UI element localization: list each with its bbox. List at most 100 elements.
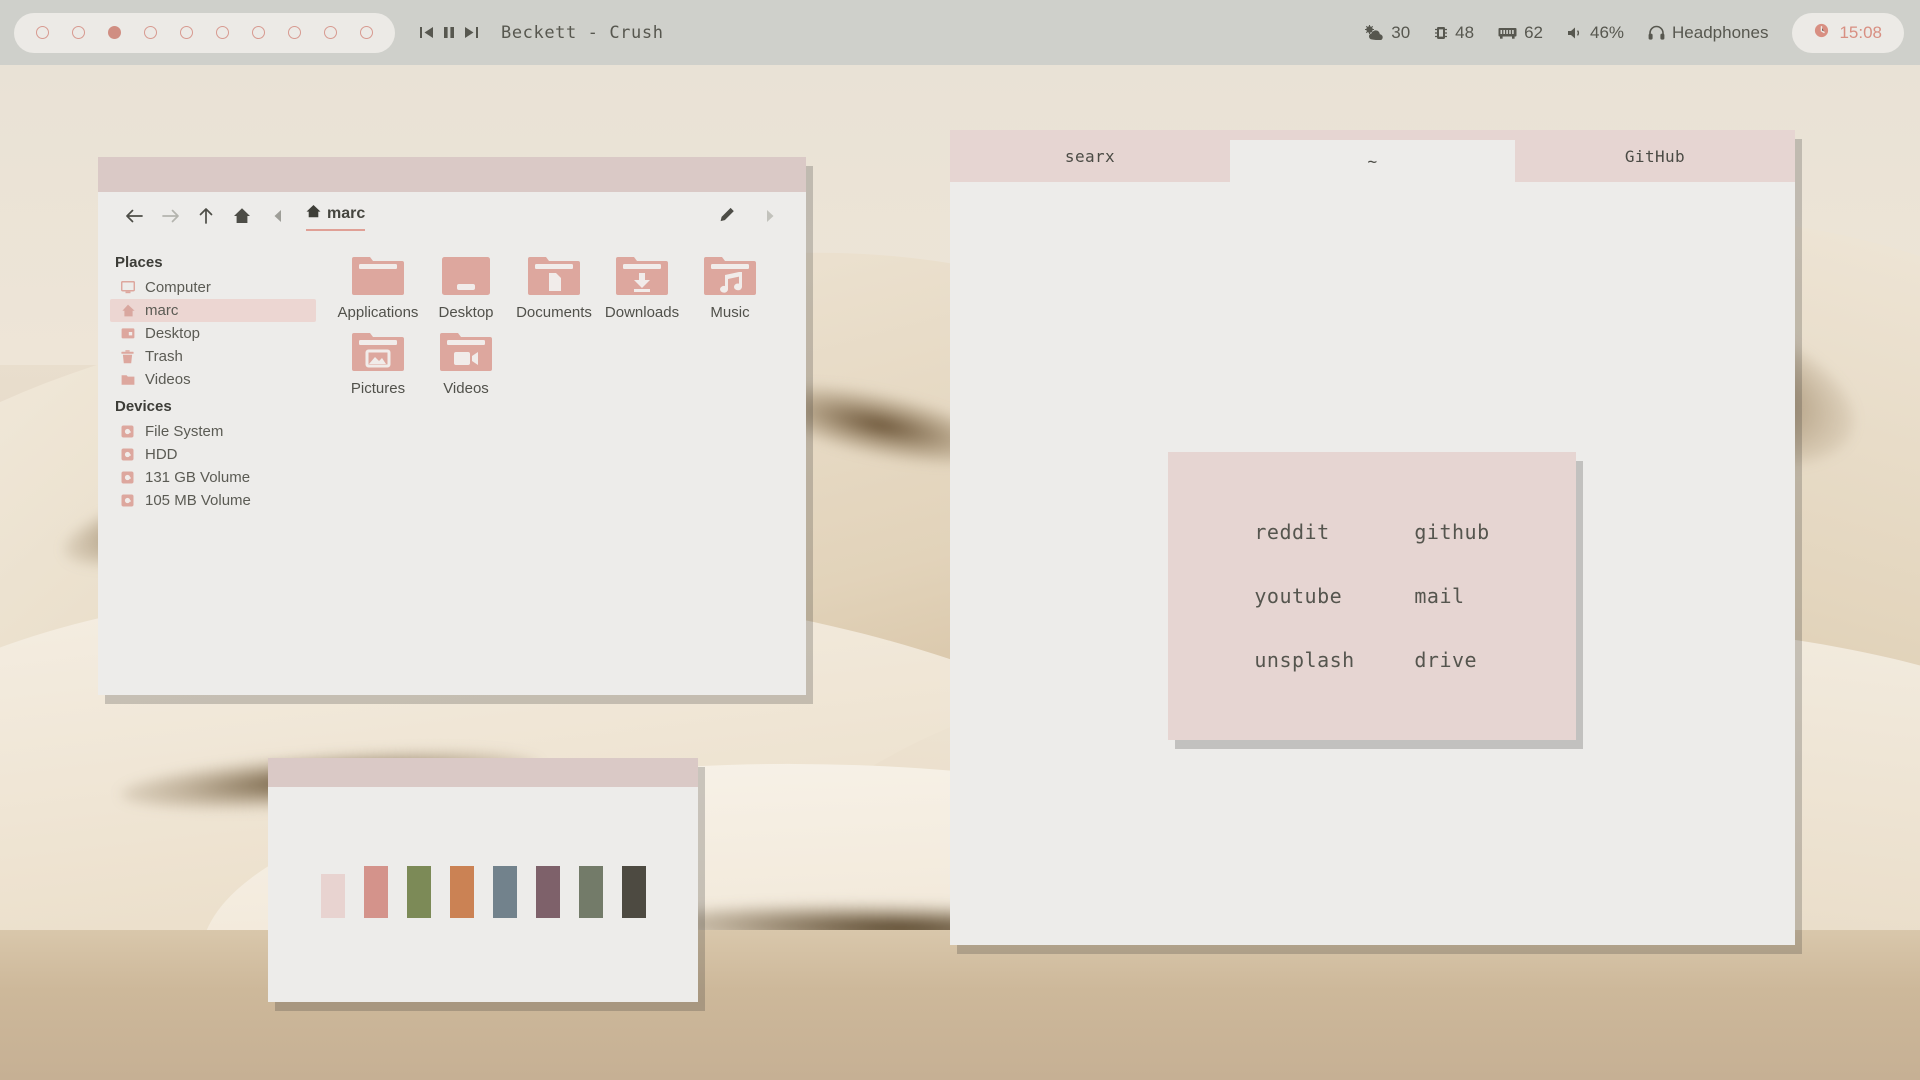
startpage-link-grid: reddit github youtube mail unsplash driv… bbox=[1254, 520, 1489, 672]
file-item-music[interactable]: Music bbox=[686, 251, 774, 321]
color-swatch[interactable] bbox=[364, 866, 388, 918]
file-item-documents[interactable]: Documents bbox=[510, 251, 598, 321]
system-status-group: 30 48 bbox=[1364, 23, 1792, 43]
color-palette-titlebar[interactable] bbox=[268, 758, 698, 787]
file-manager-window[interactable]: marc Places Computer bbox=[98, 157, 806, 695]
desktop-folder-icon bbox=[438, 251, 494, 299]
color-swatch[interactable] bbox=[536, 866, 560, 918]
workspace-dot[interactable] bbox=[36, 26, 49, 39]
file-label: Videos bbox=[443, 380, 489, 397]
file-manager-titlebar[interactable] bbox=[98, 157, 806, 192]
link-youtube[interactable]: youtube bbox=[1254, 584, 1414, 608]
workspace-dot[interactable] bbox=[288, 26, 301, 39]
link-mail[interactable]: mail bbox=[1414, 584, 1489, 608]
music-folder-icon bbox=[702, 251, 758, 299]
weather-value: 30 bbox=[1391, 23, 1410, 43]
arrow-left-icon[interactable] bbox=[116, 198, 152, 234]
volume-status[interactable]: 46% bbox=[1567, 23, 1624, 43]
file-item-applications[interactable]: Applications bbox=[334, 251, 422, 321]
file-manager-main: Places Computer marc bbox=[98, 239, 806, 695]
sidebar-item-marc[interactable]: marc bbox=[110, 299, 316, 322]
volume-icon bbox=[1567, 26, 1583, 40]
breadcrumb[interactable]: marc bbox=[306, 201, 365, 231]
sidebar-item-label: marc bbox=[145, 302, 178, 319]
link-drive[interactable]: drive bbox=[1414, 648, 1489, 672]
tab-home[interactable]: ~ bbox=[1230, 140, 1515, 182]
sidebar-item-desktop[interactable]: Desktop bbox=[110, 322, 316, 345]
browser-window[interactable]: searx ~ GitHub reddit github youtube mai… bbox=[950, 130, 1795, 945]
color-swatch[interactable] bbox=[579, 866, 603, 918]
color-swatch-row bbox=[268, 787, 698, 1002]
sidebar-item-file-system[interactable]: File System bbox=[110, 420, 316, 443]
clock-widget[interactable]: 15:08 bbox=[1792, 13, 1904, 53]
file-label: Pictures bbox=[351, 380, 405, 397]
skip-next-icon[interactable] bbox=[464, 26, 479, 39]
link-github[interactable]: github bbox=[1414, 520, 1489, 544]
file-item-videos[interactable]: Videos bbox=[422, 327, 510, 397]
file-item-downloads[interactable]: Downloads bbox=[598, 251, 686, 321]
sidebar-item-trash[interactable]: Trash bbox=[110, 345, 316, 368]
documents-folder-icon bbox=[526, 251, 582, 299]
pause-icon[interactable] bbox=[443, 26, 455, 39]
file-label: Music bbox=[710, 304, 749, 321]
sidebar-item-label: Computer bbox=[145, 279, 211, 296]
audio-device-status[interactable]: Headphones bbox=[1648, 23, 1768, 43]
workspace-dot[interactable] bbox=[216, 26, 229, 39]
workspace-dot[interactable] bbox=[324, 26, 337, 39]
color-palette-window[interactable] bbox=[268, 758, 698, 1002]
pencil-icon[interactable] bbox=[708, 198, 744, 234]
sidebar-item-videos[interactable]: Videos bbox=[110, 368, 316, 391]
color-swatch[interactable] bbox=[622, 866, 646, 918]
breadcrumb-label: marc bbox=[327, 205, 365, 223]
volume-value: 46% bbox=[1590, 23, 1624, 43]
file-manager-body: marc Places Computer bbox=[98, 192, 806, 695]
sidebar-item-label: Desktop bbox=[145, 325, 200, 342]
workspace-indicator[interactable] bbox=[14, 13, 395, 53]
skip-previous-icon[interactable] bbox=[419, 26, 434, 39]
link-unsplash[interactable]: unsplash bbox=[1254, 648, 1414, 672]
file-label: Downloads bbox=[605, 304, 679, 321]
file-label: Desktop bbox=[438, 304, 493, 321]
arrow-up-icon[interactable] bbox=[188, 198, 224, 234]
tab-github[interactable]: GitHub bbox=[1515, 130, 1795, 182]
workspace-dot[interactable] bbox=[360, 26, 373, 39]
color-swatch[interactable] bbox=[493, 866, 517, 918]
sidebar-item-131gb-volume[interactable]: 131 GB Volume bbox=[110, 466, 316, 489]
color-swatch[interactable] bbox=[450, 866, 474, 918]
desktop-folder-icon bbox=[120, 326, 135, 341]
workspace-dot[interactable] bbox=[180, 26, 193, 39]
link-reddit[interactable]: reddit bbox=[1254, 520, 1414, 544]
workspace-dot[interactable] bbox=[72, 26, 85, 39]
file-item-desktop[interactable]: Desktop bbox=[422, 251, 510, 321]
chevron-right-icon[interactable] bbox=[752, 198, 788, 234]
tab-searx[interactable]: searx bbox=[950, 130, 1230, 182]
sidebar-item-105mb-volume[interactable]: 105 MB Volume bbox=[110, 489, 316, 512]
browser-tabstrip: searx ~ GitHub bbox=[950, 130, 1795, 182]
workspace-dot[interactable] bbox=[108, 26, 121, 39]
media-title: Beckett - Crush bbox=[501, 23, 664, 43]
workspace-dot[interactable] bbox=[252, 26, 265, 39]
folder-icon bbox=[120, 372, 135, 387]
weather-status[interactable]: 30 bbox=[1364, 23, 1410, 43]
color-swatch[interactable] bbox=[321, 874, 345, 918]
sidebar-item-label: 105 MB Volume bbox=[145, 492, 251, 509]
memory-value: 62 bbox=[1524, 23, 1543, 43]
file-item-pictures[interactable]: Pictures bbox=[334, 327, 422, 397]
home-icon[interactable] bbox=[224, 198, 260, 234]
workspace-dot[interactable] bbox=[144, 26, 157, 39]
color-swatch[interactable] bbox=[407, 866, 431, 918]
memory-status[interactable]: 62 bbox=[1498, 23, 1543, 43]
drive-icon bbox=[120, 470, 135, 485]
sidebar-item-label: Videos bbox=[145, 371, 191, 388]
sidebar-item-computer[interactable]: Computer bbox=[110, 276, 316, 299]
downloads-folder-icon bbox=[614, 251, 670, 299]
sidebar-item-hdd[interactable]: HDD bbox=[110, 443, 316, 466]
arrow-right-icon[interactable] bbox=[152, 198, 188, 234]
sidebar-item-label: 131 GB Volume bbox=[145, 469, 250, 486]
headphones-icon bbox=[1648, 25, 1665, 40]
cpu-status[interactable]: 48 bbox=[1434, 23, 1474, 43]
clock-time: 15:08 bbox=[1839, 23, 1882, 43]
folder-icon bbox=[350, 251, 406, 299]
chevron-left-icon[interactable] bbox=[260, 198, 296, 234]
drive-icon bbox=[120, 424, 135, 439]
